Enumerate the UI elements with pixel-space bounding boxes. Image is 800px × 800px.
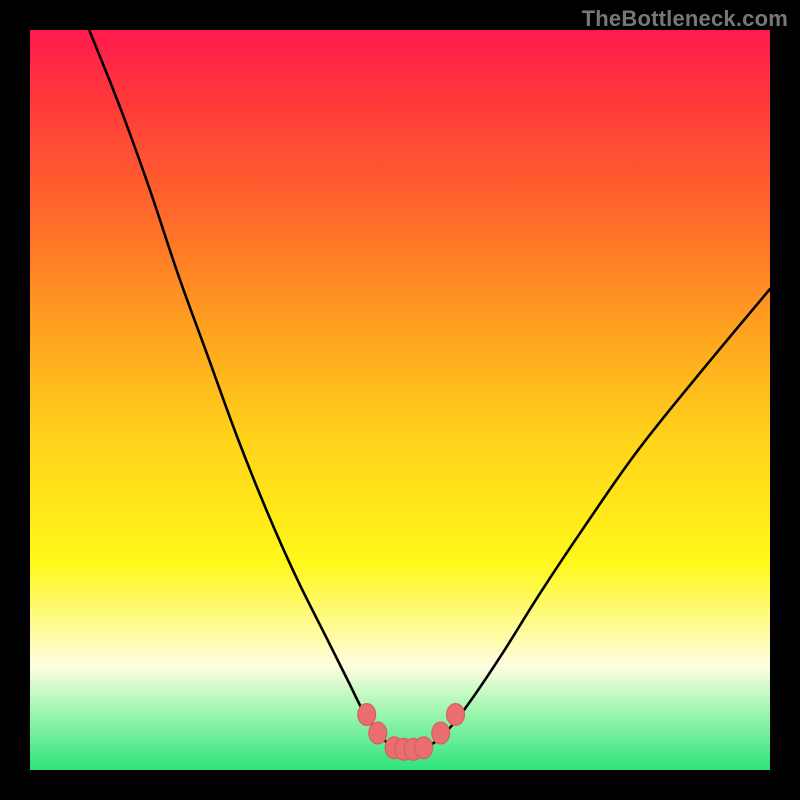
marker-right-lower: [432, 722, 450, 744]
marker-right-upper: [447, 704, 465, 726]
plot-area: [30, 30, 770, 770]
chart-svg: [30, 30, 770, 770]
curve-right-curve: [426, 289, 770, 748]
chart-frame: TheBottleneck.com: [0, 0, 800, 800]
marker-left-upper: [358, 704, 376, 726]
marker-flat-4: [415, 737, 433, 759]
watermark-text: TheBottleneck.com: [582, 6, 788, 32]
marker-left-lower: [369, 722, 387, 744]
curve-left-curve: [89, 30, 396, 748]
